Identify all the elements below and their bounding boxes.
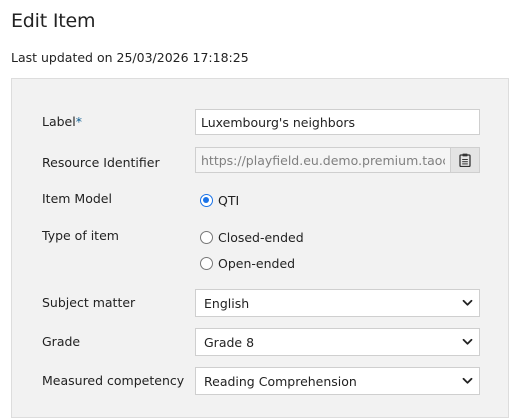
clipboard-icon <box>459 153 471 167</box>
open-ended-label: Open-ended <box>218 256 296 271</box>
type-option-open-ended[interactable]: Open-ended <box>200 256 295 271</box>
label-input[interactable] <box>195 109 480 135</box>
closed-ended-radio[interactable] <box>200 231 213 244</box>
measured-competency-value: Reading Comprehension <box>204 373 357 389</box>
measured-competency-label: Measured competency <box>42 373 185 388</box>
measured-competency-select[interactable]: Reading Comprehension <box>195 367 480 395</box>
qti-radio-label: QTI <box>218 193 240 208</box>
copy-identifier-button[interactable] <box>450 147 480 173</box>
item-model-label: Item Model <box>42 191 112 206</box>
subject-matter-value: English <box>204 295 250 311</box>
grade-select[interactable]: Grade 8 <box>195 328 480 356</box>
subject-matter-label: Subject matter <box>42 295 136 310</box>
resource-identifier-label: Resource Identifier <box>42 155 160 170</box>
closed-ended-label: Closed-ended <box>218 230 304 245</box>
grade-label: Grade <box>42 334 81 349</box>
resource-identifier-input[interactable] <box>195 147 450 173</box>
qti-radio[interactable] <box>200 194 213 207</box>
label-field-label: Label* <box>42 114 82 129</box>
open-ended-radio[interactable] <box>200 257 213 270</box>
required-marker: * <box>75 114 82 129</box>
subject-matter-select[interactable]: English <box>195 289 480 317</box>
type-of-item-label: Type of item <box>42 228 119 243</box>
last-updated-text: Last updated on 25/03/2026 17:18:25 <box>11 50 249 65</box>
page-title: Edit Item <box>11 10 96 32</box>
grade-value: Grade 8 <box>204 334 255 350</box>
chevron-down-icon <box>462 299 473 307</box>
label-field-label-text: Label <box>42 114 76 129</box>
chevron-down-icon <box>462 338 473 346</box>
item-model-option-qti[interactable]: QTI <box>200 193 239 208</box>
chevron-down-icon <box>462 377 473 385</box>
type-option-closed-ended[interactable]: Closed-ended <box>200 230 304 245</box>
